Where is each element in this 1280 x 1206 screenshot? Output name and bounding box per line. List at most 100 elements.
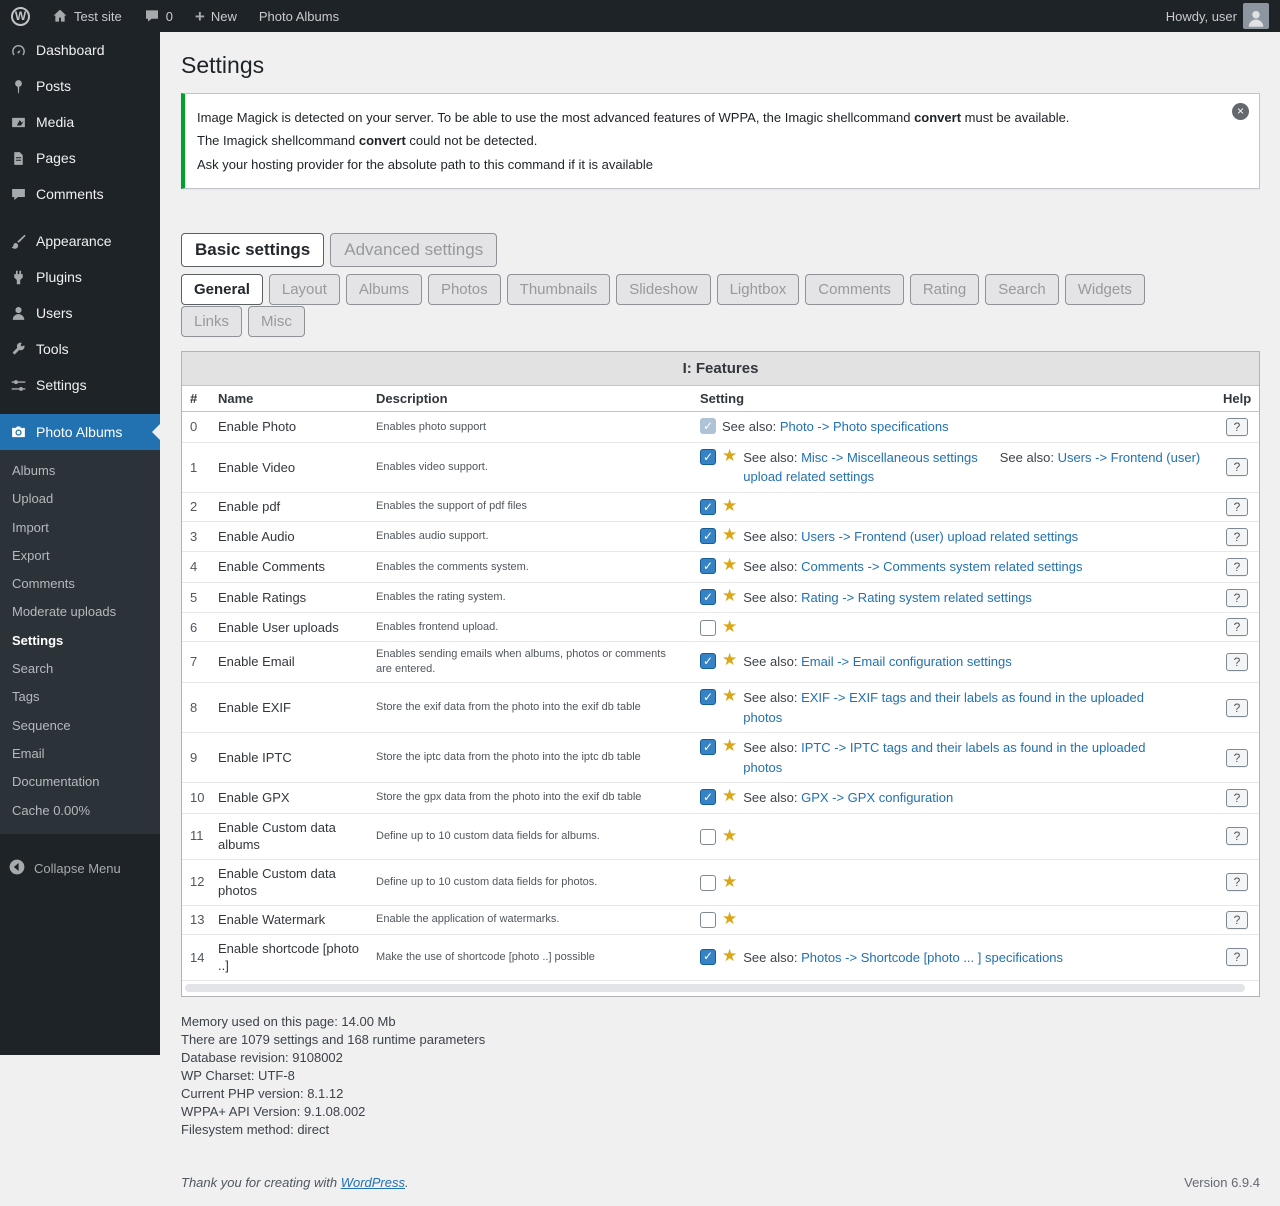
see-also-link[interactable]: Email -> Email configuration settings <box>801 654 1012 669</box>
setting-checkbox[interactable] <box>700 620 716 636</box>
subtab-albums[interactable]: Albums <box>346 274 422 305</box>
setting-checkbox[interactable]: ✓ <box>700 418 716 434</box>
help-button[interactable]: ? <box>1226 589 1249 607</box>
setting-checkbox[interactable]: ✓ <box>700 558 716 574</box>
see-also-link[interactable]: Misc -> Miscellaneous settings <box>801 450 978 465</box>
subtab-slideshow[interactable]: Slideshow <box>616 274 710 305</box>
setting-checkbox[interactable]: ✓ <box>700 789 716 805</box>
wordpress-logo[interactable]: W <box>0 0 41 32</box>
sidebar-item-pages[interactable]: Pages <box>0 140 160 176</box>
tab-basic-settings[interactable]: Basic settings <box>181 233 324 267</box>
comments-toolbar[interactable]: 0 <box>133 0 184 32</box>
help-button[interactable]: ? <box>1226 458 1249 476</box>
sidebar-item-tools[interactable]: Tools <box>0 331 160 367</box>
stat-line: Database revision: 9108002 <box>181 1049 1260 1067</box>
see-also-link[interactable]: Rating -> Rating system related settings <box>801 590 1032 605</box>
sidebar-item-posts[interactable]: Posts <box>0 68 160 104</box>
help-button[interactable]: ? <box>1226 618 1249 636</box>
see-also-link[interactable]: IPTC -> IPTC tags and their labels as fo… <box>743 740 1145 775</box>
submenu-item-export[interactable]: Export <box>0 542 160 570</box>
subtab-search[interactable]: Search <box>985 274 1059 305</box>
submenu-item-albums[interactable]: Albums <box>0 457 160 485</box>
setting-cell: ✓★ <box>692 492 1215 521</box>
dismiss-notice-button[interactable]: × <box>1232 103 1249 120</box>
submenu-item-documentation[interactable]: Documentation <box>0 768 160 796</box>
collapse-menu-button[interactable]: Collapse Menu <box>0 848 160 889</box>
submenu-item-tags[interactable]: Tags <box>0 683 160 711</box>
sidebar-item-dashboard[interactable]: Dashboard <box>0 32 160 68</box>
submenu-item-sequence[interactable]: Sequence <box>0 712 160 740</box>
sidebar-item-settings[interactable]: Settings <box>0 367 160 403</box>
see-also-link[interactable]: Photo -> Photo specifications <box>780 419 949 434</box>
new-content-button[interactable]: + New <box>184 0 248 32</box>
help-button[interactable]: ? <box>1226 653 1249 671</box>
submenu-item-moderate-uploads[interactable]: Moderate uploads <box>0 598 160 626</box>
help-button[interactable]: ? <box>1226 498 1249 516</box>
sidebar-item-comments[interactable]: Comments <box>0 176 160 212</box>
setting-checkbox[interactable]: ✓ <box>700 739 716 755</box>
sidebar-item-plugins[interactable]: Plugins <box>0 259 160 295</box>
subtab-photos[interactable]: Photos <box>428 274 501 305</box>
subtab-thumbnails[interactable]: Thumbnails <box>507 274 611 305</box>
setting-cell: ✓★See also: EXIF -> EXIF tags and their … <box>692 683 1215 733</box>
feature-row: 14Enable shortcode [photo ..]Make the us… <box>182 934 1259 980</box>
setting-checkbox[interactable]: ✓ <box>700 689 716 705</box>
see-also-link[interactable]: Photos -> Shortcode [photo ... ] specifi… <box>801 950 1063 965</box>
submenu-item-comments[interactable]: Comments <box>0 570 160 598</box>
help-button[interactable]: ? <box>1226 827 1249 845</box>
help-button[interactable]: ? <box>1226 699 1249 717</box>
subtab-misc[interactable]: Misc <box>248 306 305 337</box>
setting-checkbox[interactable] <box>700 829 716 845</box>
see-also-link[interactable]: EXIF -> EXIF tags and their labels as fo… <box>743 690 1144 725</box>
help-button[interactable]: ? <box>1226 873 1249 891</box>
feature-row: 5Enable RatingsEnables the rating system… <box>182 582 1259 613</box>
submenu-item-settings[interactable]: Settings <box>0 627 160 655</box>
scrollbar-thumb[interactable] <box>185 984 1245 992</box>
setting-description: Enables the comments system. <box>368 552 692 583</box>
photo-albums-toolbar-link[interactable]: Photo Albums <box>248 0 350 32</box>
setting-checkbox[interactable]: ✓ <box>700 949 716 965</box>
setting-checkbox[interactable]: ✓ <box>700 528 716 544</box>
help-button[interactable]: ? <box>1226 948 1249 966</box>
setting-checkbox[interactable]: ✓ <box>700 449 716 465</box>
submenu-item-import[interactable]: Import <box>0 514 160 542</box>
submenu-item-email[interactable]: Email <box>0 740 160 768</box>
help-button[interactable]: ? <box>1226 418 1249 436</box>
setting-checkbox[interactable]: ✓ <box>700 499 716 515</box>
see-also-link[interactable]: Users -> Frontend (user) upload related … <box>801 529 1078 544</box>
horizontal-scrollbar[interactable] <box>182 981 1259 996</box>
table-header-row: #NameDescriptionSettingHelp <box>182 386 1259 412</box>
sidebar-item-photo-albums[interactable]: Photo Albums <box>0 414 160 450</box>
sidebar-item-label: Settings <box>36 377 87 394</box>
see-also-label: See also: <box>743 950 797 965</box>
help-button[interactable]: ? <box>1226 528 1249 546</box>
subtab-widgets[interactable]: Widgets <box>1065 274 1145 305</box>
subtab-comments[interactable]: Comments <box>805 274 904 305</box>
sidebar-item-appearance[interactable]: Appearance <box>0 223 160 259</box>
setting-checkbox[interactable] <box>700 912 716 928</box>
see-also-label: See also: <box>743 690 797 705</box>
submenu-item-upload[interactable]: Upload <box>0 485 160 513</box>
help-button[interactable]: ? <box>1226 558 1249 576</box>
subtab-rating[interactable]: Rating <box>910 274 979 305</box>
subtab-general[interactable]: General <box>181 274 263 305</box>
site-name-link[interactable]: Test site <box>41 0 133 32</box>
help-button[interactable]: ? <box>1226 749 1249 767</box>
setting-checkbox[interactable]: ✓ <box>700 589 716 605</box>
see-also-link[interactable]: GPX -> GPX configuration <box>801 790 953 805</box>
see-also-link[interactable]: Comments -> Comments system related sett… <box>801 559 1082 574</box>
submenu-item-search[interactable]: Search <box>0 655 160 683</box>
wordpress-link[interactable]: WordPress <box>341 1175 405 1190</box>
sidebar-item-media[interactable]: Media <box>0 104 160 140</box>
submenu-item-cache-0-00[interactable]: Cache 0.00% <box>0 797 160 825</box>
setting-checkbox[interactable] <box>700 875 716 891</box>
howdy-user-menu[interactable]: Howdy, user <box>1155 0 1280 32</box>
sidebar-item-users[interactable]: Users <box>0 295 160 331</box>
subtab-links[interactable]: Links <box>181 306 242 337</box>
help-button[interactable]: ? <box>1226 789 1249 807</box>
help-button[interactable]: ? <box>1226 911 1249 929</box>
subtab-layout[interactable]: Layout <box>269 274 340 305</box>
subtab-lightbox[interactable]: Lightbox <box>717 274 800 305</box>
tab-advanced-settings[interactable]: Advanced settings <box>330 233 497 267</box>
setting-checkbox[interactable]: ✓ <box>700 653 716 669</box>
